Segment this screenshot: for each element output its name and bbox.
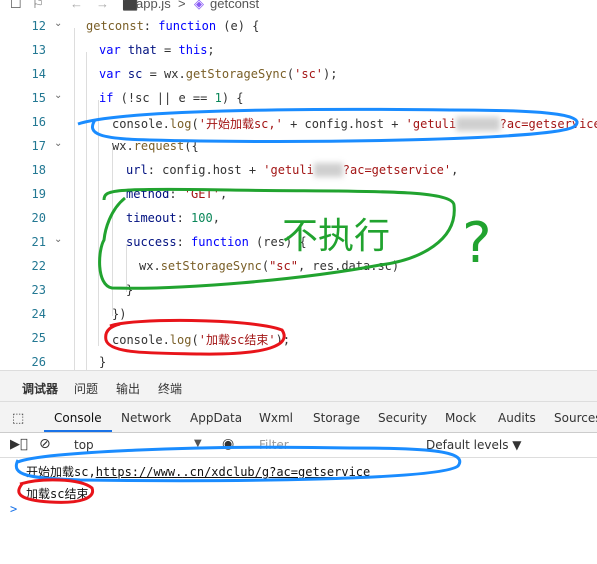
line-number: 25 [31,331,46,345]
devtools-tabbar: 调试器 问题 输出 终端 [0,371,597,402]
context-select[interactable]: top [74,438,94,452]
inspect-icon[interactable]: ⬚ [12,411,24,426]
tab-debugger[interactable]: 调试器 [22,380,58,397]
console-link[interactable]: https://www. [96,465,183,479]
console-tabbar: ⬚ Console Network AppData Wxml Storage S… [0,402,597,433]
code-line: 25 console.log('加载sc结束'); [0,326,597,350]
console-log-line: 加载sc结束 [26,487,89,501]
fold-icon[interactable]: ⌄ [54,90,64,101]
line-number: 23 [31,283,46,297]
code-text: getconst: function (e) { [86,19,260,33]
code-line: 24 }) [0,302,597,326]
code-line: 16 console.log('开始加载sc,' + config.host +… [0,110,597,134]
breadcrumb-symbol[interactable]: getconst [210,0,259,11]
code-text: method: 'GET', [126,187,228,201]
code-line: 22 wx.setStorageSync("sc", res.data.sc) [0,254,597,278]
line-number: 22 [31,259,46,273]
code-text: if (!sc || e == 1) { [99,91,244,105]
bookmark-icon[interactable]: ☐ [10,0,22,12]
tab-security[interactable]: Security [378,411,427,425]
code-text: success: function (res) { [126,235,307,249]
code-text: console.log('开始加载sc,' + config.host + 'g… [112,117,597,131]
tab-audits[interactable]: Audits [498,411,536,425]
tab-wxml[interactable]: Wxml [259,411,293,425]
line-number: 18 [31,163,46,177]
tab-output[interactable]: 输出 [116,380,140,397]
code-line: 20 timeout: 100, [0,206,597,230]
active-tab-indicator [44,430,112,432]
fold-icon[interactable]: ⌄ [54,234,64,245]
method-icon: ◈ [194,0,204,11]
console-prompt[interactable]: > [10,502,17,516]
code-line: 21 ⌄ success: function (res) { [0,230,597,254]
back-icon[interactable]: ← [70,0,83,11]
tab-mock[interactable]: Mock [445,411,476,425]
code-line: 14 var sc = wx.getStorageSync('sc'); [0,62,597,86]
bookmark-flag-icon[interactable]: ⚐ [32,0,44,12]
tab-problems[interactable]: 问题 [74,380,98,397]
clear-console-icon[interactable]: ⊘ [39,436,51,452]
console-toolbar: ▶⃞ ⊘ top ▼ ◉ Filter Default levels ▼ [0,433,597,458]
fold-icon[interactable]: ⌄ [54,18,64,29]
code-text: timeout: 100, [126,211,220,225]
code-text: wx.request({ [112,139,199,153]
line-number: 17 [31,139,46,153]
code-line: 18 url: config.host + 'getuli ?ac=getser… [0,158,597,182]
fold-icon[interactable]: ⌄ [54,138,64,149]
code-text: console.log('加载sc结束'); [112,333,291,347]
breadcrumb-separator: > [178,0,186,11]
code-line: 23 } [0,278,597,302]
code-line: 12 ⌄ getconst: function (e) { [0,14,597,38]
code-text: var that = this; [99,43,215,57]
chevron-down-icon[interactable]: ▼ [194,438,202,449]
filter-input[interactable]: Filter [259,438,289,452]
line-number: 24 [31,307,46,321]
line-number: 15 [31,91,46,105]
forward-icon[interactable]: → [96,0,109,11]
code-text: }) [112,307,127,321]
line-number: 12 [31,19,46,33]
breadcrumb-bar: ☐ ⚐ ← → ⬛ app.js > ◈ getconst [0,0,597,14]
tab-appdata[interactable]: AppData [190,411,242,425]
code-line: 17 ⌄ wx.request({ [0,134,597,158]
code-line: 15 ⌄ if (!sc || e == 1) { [0,86,597,110]
code-text: } [126,283,134,297]
line-number: 20 [31,211,46,225]
code-text: wx.setStorageSync("sc", res.data.sc) [139,259,400,273]
tab-console[interactable]: Console [54,411,102,425]
toggle-sidebar-icon[interactable]: ▶⃞ [10,437,28,452]
line-number: 19 [31,187,46,201]
eye-icon[interactable]: ◉ [222,436,234,452]
code-text: var sc = wx.getStorageSync('sc'); [99,67,338,81]
tab-network[interactable]: Network [121,411,171,425]
code-text: url: config.host + 'getuli ?ac=getservic… [126,163,459,177]
line-number: 21 [31,235,46,249]
devtools-panel: 调试器 问题 输出 终端 ⬚ Console Network AppData W… [0,370,597,564]
breadcrumb-file[interactable]: app.js [136,0,171,11]
console-log-line: 开始加载sc,https://www. .cn/xdclub/g ?ac=get… [26,465,371,479]
code-line: 19 method: 'GET', [0,182,597,206]
levels-dropdown[interactable]: Default levels ▼ [426,438,522,452]
line-number: 26 [31,355,46,369]
code-editor[interactable]: 12 ⌄ getconst: function (e) { 13 var tha… [0,14,597,370]
tab-terminal[interactable]: 终端 [158,380,182,397]
code-text: } [99,355,107,369]
tab-sources[interactable]: Sources [554,411,597,425]
line-number: 16 [31,115,46,129]
code-line: 13 var that = this; [0,38,597,62]
line-number: 14 [31,67,46,81]
line-number: 13 [31,43,46,57]
tab-storage[interactable]: Storage [313,411,360,425]
